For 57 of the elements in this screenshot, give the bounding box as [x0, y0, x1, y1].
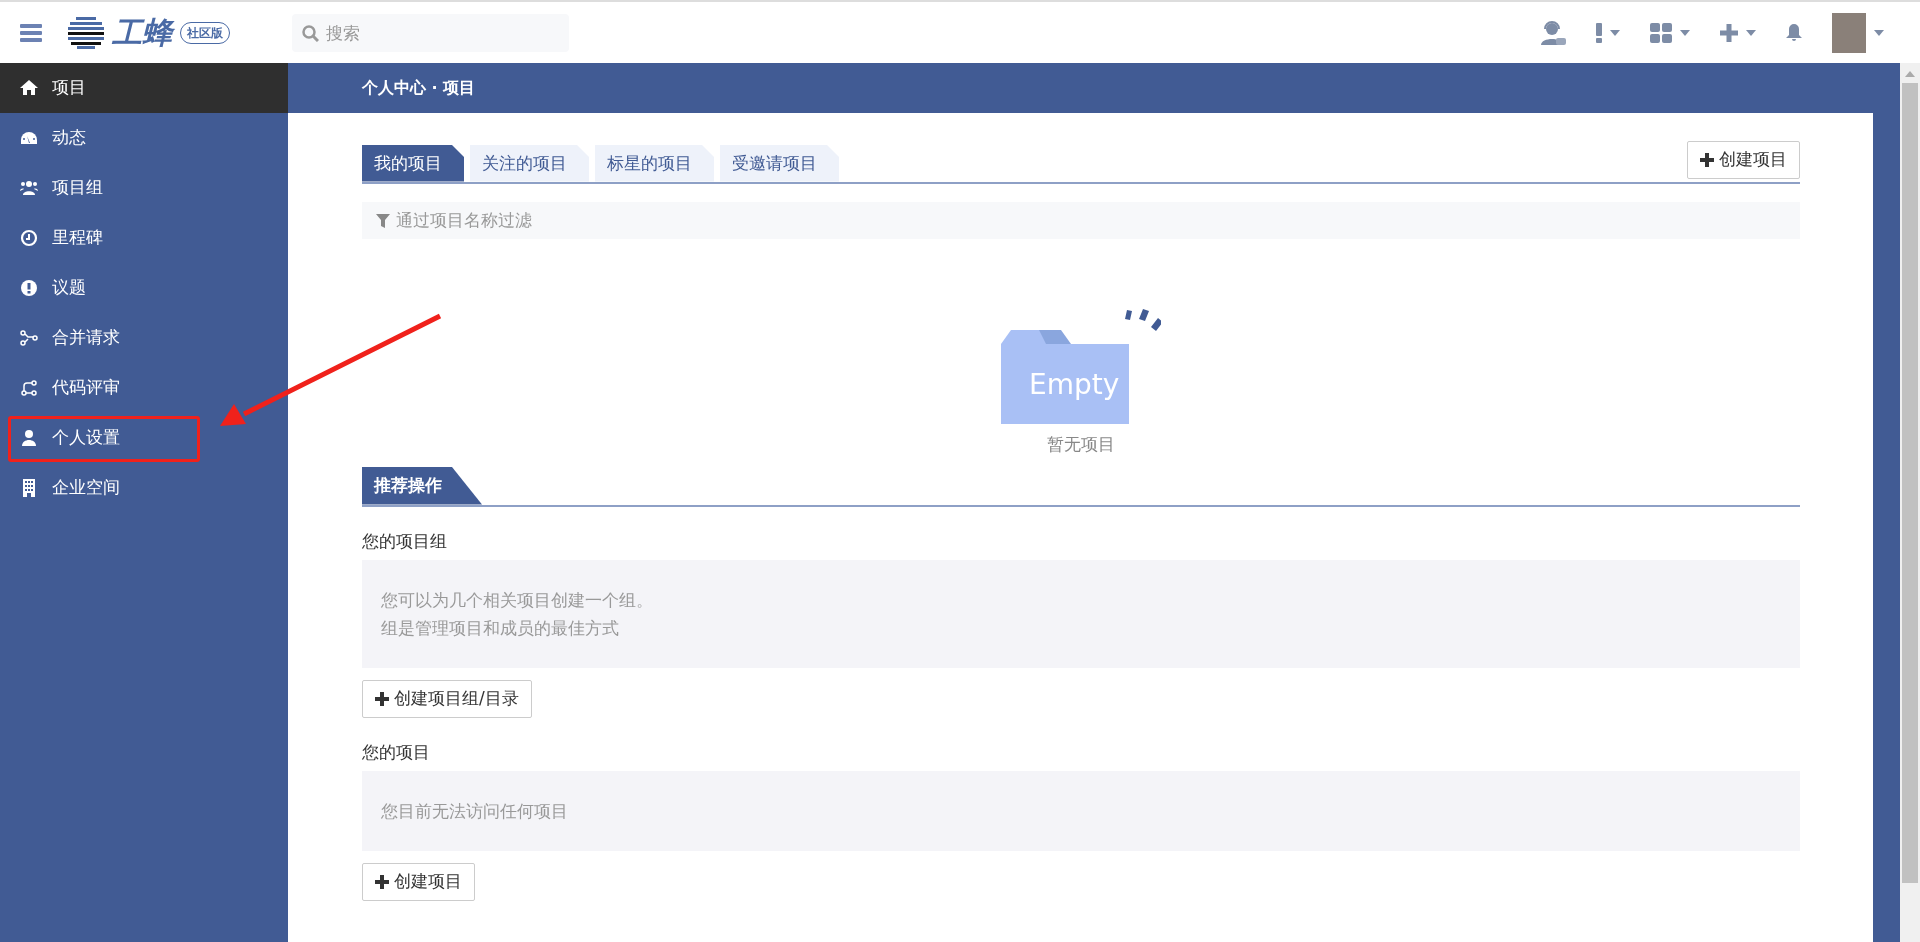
grid-icon: [1650, 22, 1672, 43]
page-title: 个人中心 · 项目: [362, 77, 476, 99]
scrollbar-thumb[interactable]: [1902, 83, 1918, 883]
search-field[interactable]: 搜索: [292, 13, 569, 52]
home-icon: [20, 79, 38, 97]
info-text: 您目前无法访问任何项目: [381, 800, 569, 824]
filter-field[interactable]: 通过项目名称过滤: [362, 201, 1800, 239]
caret-icon: [1746, 29, 1756, 36]
create-menu[interactable]: [1720, 23, 1756, 42]
merge-icon: [20, 329, 38, 347]
plus-icon: [375, 874, 389, 889]
plus-icon: [1700, 152, 1714, 167]
tab[interactable]: 标星的项目: [595, 145, 714, 182]
avatar-placeholder: [1832, 12, 1866, 53]
exclamation-icon: [1596, 22, 1602, 43]
scroll-up-icon[interactable]: [1905, 71, 1915, 77]
logo-icon: [68, 16, 104, 49]
review-icon: [20, 379, 38, 397]
folder-caption: Empty: [1029, 366, 1120, 403]
notification-bell-icon[interactable]: [1786, 23, 1802, 42]
clock-icon: [20, 229, 38, 247]
tab[interactable]: 关注的项目: [470, 145, 589, 182]
sidebar-item[interactable]: 代码评审: [0, 363, 288, 413]
empty-message: 暂无项目: [1047, 432, 1115, 456]
sidebar-item[interactable]: 企业空间: [0, 463, 288, 513]
create-button[interactable]: 创建项目组/目录: [362, 680, 532, 718]
sidebar-item[interactable]: 项目: [0, 63, 288, 113]
plus-icon: [375, 691, 389, 706]
user-menu[interactable]: [1832, 12, 1884, 53]
section-heading: 您的项目: [362, 740, 431, 764]
apps-menu[interactable]: [1650, 22, 1690, 43]
info-text: 组是管理项目和成员的最佳方式: [381, 617, 620, 641]
sidebar-item[interactable]: 个人设置: [0, 413, 288, 463]
support-agent-icon[interactable]: [1540, 19, 1566, 46]
section-heading: 您的项目组: [362, 529, 448, 553]
exclamation-icon: [20, 279, 38, 297]
sidebar-item[interactable]: 里程碑: [0, 213, 288, 263]
sidebar-item[interactable]: 动态: [0, 113, 288, 163]
tab[interactable]: 我的项目: [362, 145, 464, 182]
info-text: 您可以为几个相关项目创建一个组。: [381, 589, 654, 612]
sidebar-item[interactable]: 项目组: [0, 163, 288, 213]
users-icon: [20, 179, 38, 197]
sidebar-item[interactable]: 合并请求: [0, 313, 288, 363]
caret-icon: [1874, 29, 1884, 36]
user-icon: [20, 429, 38, 447]
building-icon: [20, 479, 38, 497]
scrollbar[interactable]: [1900, 63, 1920, 942]
tab[interactable]: 受邀请项目: [720, 145, 839, 182]
create-button[interactable]: 创建项目: [362, 863, 475, 901]
create-project-button[interactable]: 创建项目: [1687, 141, 1800, 179]
plus-icon: [1720, 23, 1738, 42]
menu-icon[interactable]: [20, 23, 42, 42]
dashboard-icon: [20, 129, 38, 147]
issues-menu[interactable]: [1596, 22, 1620, 43]
sidebar-item[interactable]: 议题: [0, 263, 288, 313]
caret-icon: [1610, 29, 1620, 36]
caret-icon: [1680, 29, 1690, 36]
